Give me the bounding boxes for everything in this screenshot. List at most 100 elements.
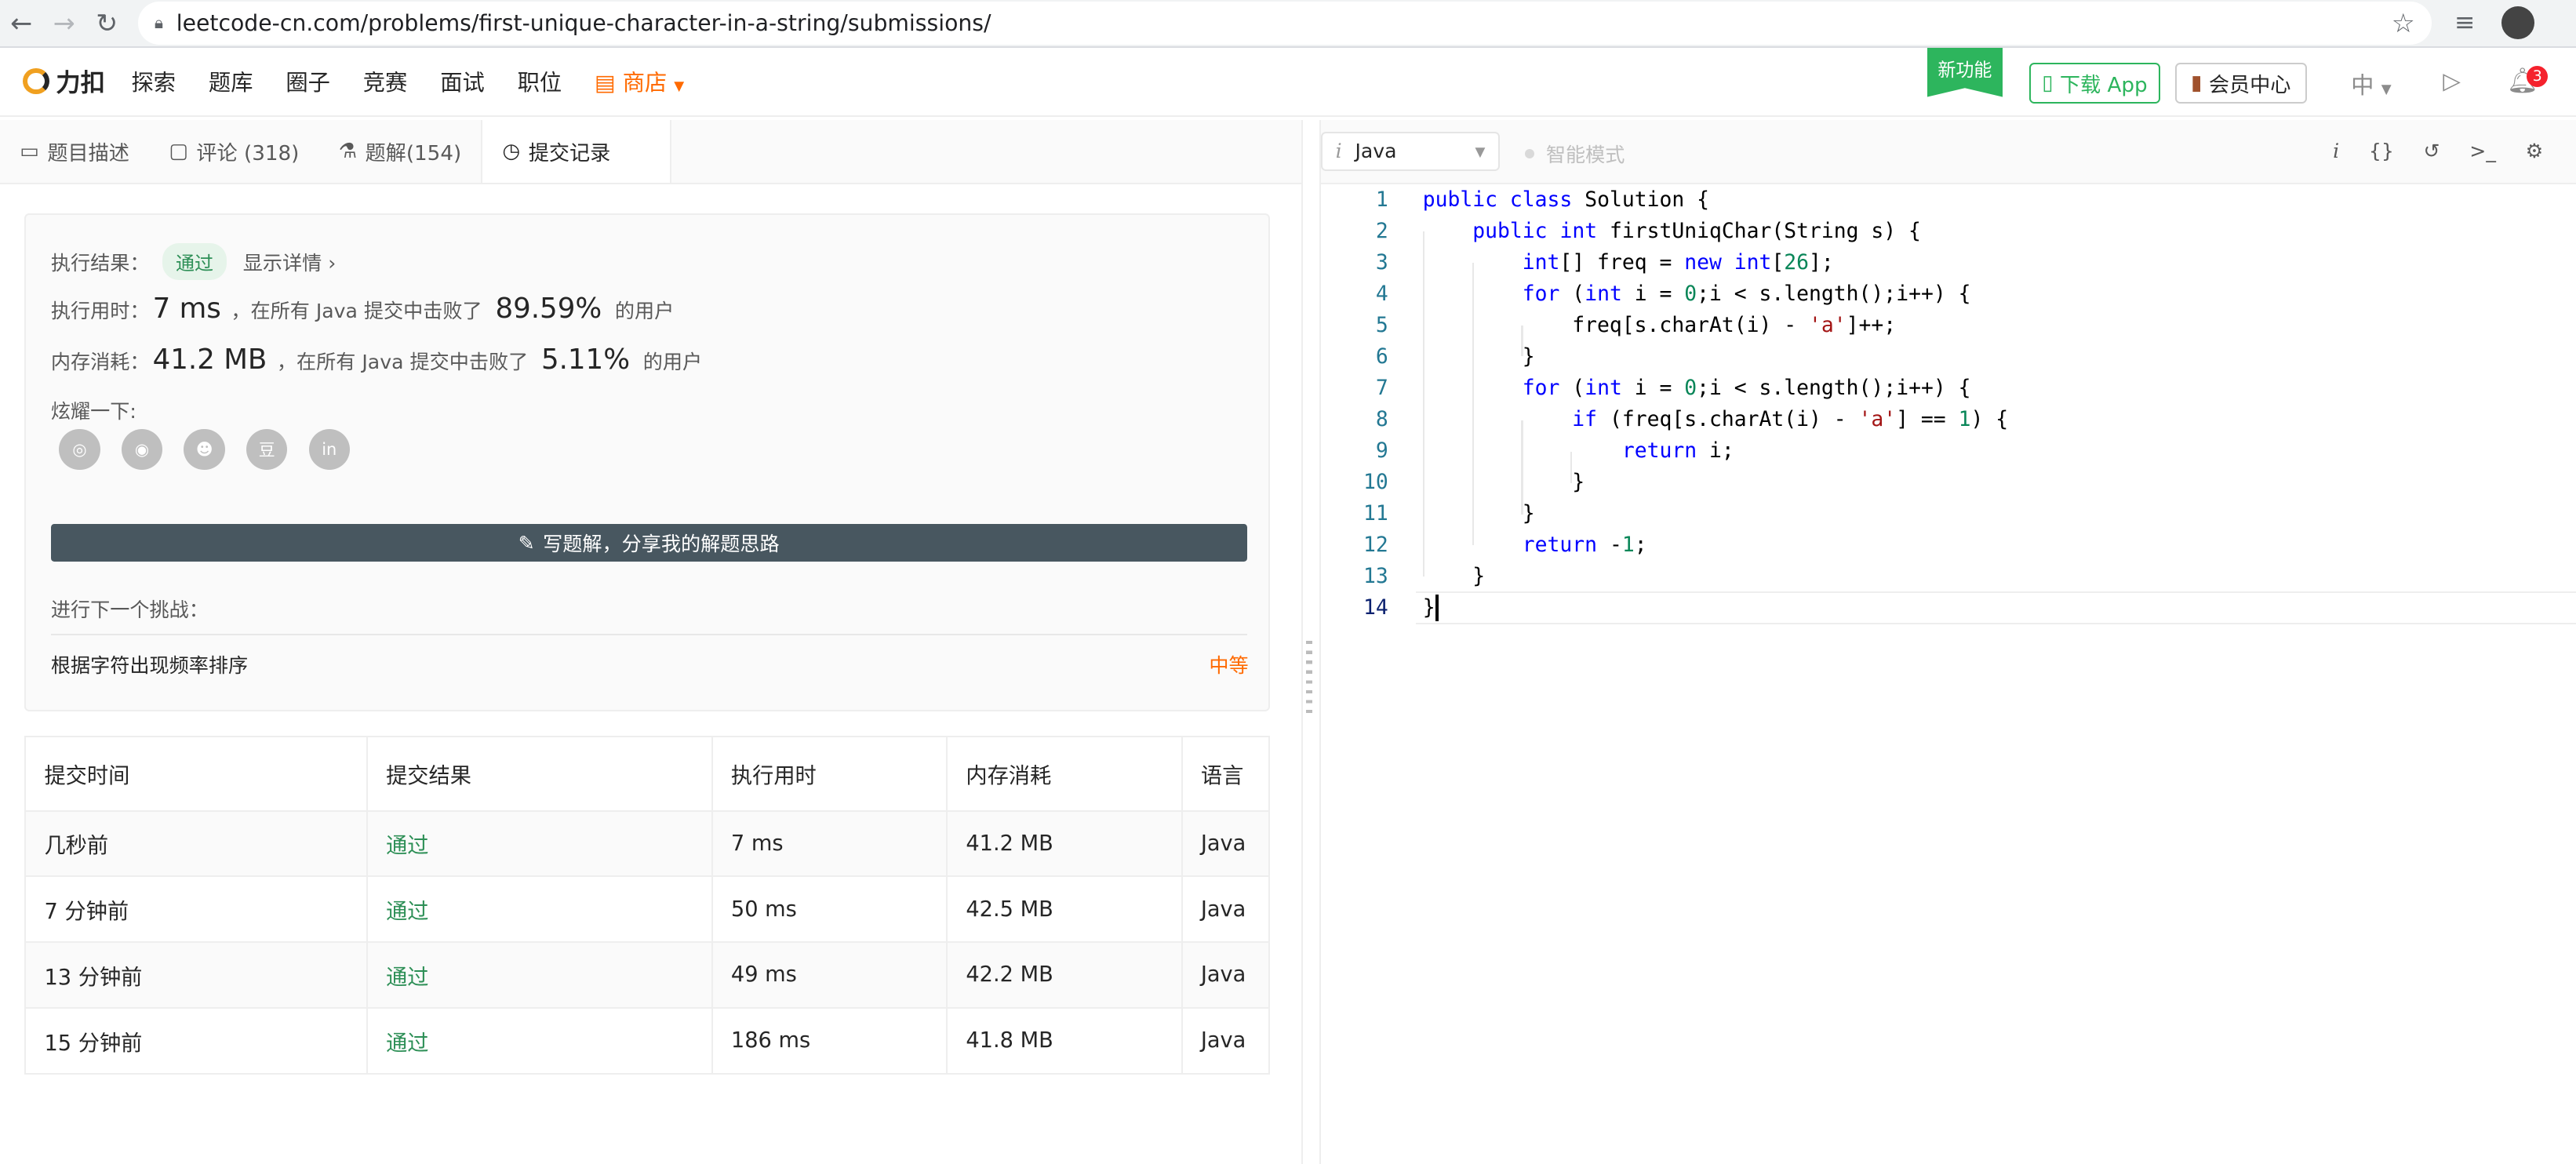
reset-icon[interactable]: ↺ <box>2424 140 2440 162</box>
code-editor[interactable]: 1 public class Solution {2 public int fir… <box>1321 184 2576 1164</box>
douban-icon[interactable]: 豆 <box>246 428 288 470</box>
code-line[interactable]: int[] freq = new int[26]; <box>1423 247 1834 278</box>
runtime-cell: 186 ms <box>711 1006 948 1075</box>
bookmark-star-icon[interactable]: ☆ <box>2392 8 2415 38</box>
code-line[interactable]: } <box>1423 498 1535 529</box>
drag-handle-icon[interactable] <box>1306 640 1313 713</box>
memory-users-suffix: 的用户 <box>642 350 703 373</box>
submit-result-link[interactable]: 通过 <box>366 1006 713 1075</box>
code-line[interactable]: if (freq[s.charAt(i) - 'a'] == 1) { <box>1423 404 2008 435</box>
nav-contest[interactable]: 竞赛 <box>363 65 408 97</box>
document-icon: ▭ <box>20 139 39 163</box>
vip-center-button[interactable]: ▮ 会员中心 <box>2174 62 2307 104</box>
language-label: 中 <box>2351 71 2374 99</box>
result-card: 执行结果： 通过 显示详情 › 执行用时： 7 ms ，在所有 Java 提交中… <box>24 213 1270 711</box>
tab-description[interactable]: ▭ 题目描述 <box>0 120 149 183</box>
show-detail-link[interactable]: 显示详情 › <box>243 248 337 276</box>
url-text[interactable]: leetcode-cn.com/problems/first-unique-ch… <box>176 10 2392 36</box>
tab-comments-label: 评论 (318) <box>196 141 300 166</box>
code-line[interactable]: freq[s.charAt(i) - 'a']++; <box>1423 310 1896 341</box>
code-line[interactable]: } <box>1423 467 1585 498</box>
runtime-beat-text: ，在所有 Java 提交中击败了 <box>231 299 482 322</box>
site-logo[interactable]: 力扣 <box>23 64 105 99</box>
write-solution-button[interactable]: ✎ 写题解，分享我的解题思路 <box>50 524 1247 562</box>
line-number: 7 <box>1375 376 1388 400</box>
chevron-down-icon: ▼ <box>674 78 685 94</box>
language-cell: Java <box>1181 809 1270 878</box>
reload-icon[interactable]: ↻ <box>86 8 128 38</box>
difficulty-badge: 中等 <box>1209 654 1249 678</box>
code-line[interactable]: public int firstUniqChar(String s) { <box>1423 216 1921 247</box>
submit-result-link[interactable]: 通过 <box>366 809 713 878</box>
nav-shop[interactable]: ▤ 商店 ▼ <box>595 65 684 97</box>
editor-actions: i {} ↺ >_ ⚙︎ <box>2333 140 2543 162</box>
chevron-down-icon: ▼ <box>2381 80 2392 96</box>
line-number: 8 <box>1375 407 1388 431</box>
braces-icon[interactable]: {} <box>2369 140 2394 162</box>
console-icon[interactable]: >_ <box>2469 140 2496 162</box>
download-app-label: 下载 App <box>2059 73 2148 97</box>
logo-text: 力扣 <box>56 69 105 98</box>
tab-solutions[interactable]: ⚗︎ 题解(154) <box>318 120 481 183</box>
status-badge: 通过 <box>162 242 227 281</box>
code-line[interactable]: for (int i = 0;i < s.length();i++) { <box>1423 278 1971 310</box>
column-header[interactable]: 内存消耗 <box>946 736 1183 812</box>
new-feature-ribbon[interactable]: 新功能 <box>1927 47 2003 97</box>
code-line[interactable]: } <box>1423 561 1485 592</box>
next-challenge-link[interactable]: 根据字符出现频率排序 <box>51 650 248 678</box>
table-row[interactable]: 几秒前 通过 7 ms 41.2 MB Java <box>24 809 1270 878</box>
table-row[interactable]: 15 分钟前 通过 186 ms 41.8 MB Java <box>24 1006 1270 1075</box>
submit-time: 15 分钟前 <box>24 1006 369 1075</box>
forward-icon[interactable]: → <box>42 8 85 38</box>
playground-icon[interactable]: ▷ <box>2443 67 2461 94</box>
nav-interview[interactable]: 面试 <box>440 65 485 97</box>
code-line[interactable]: public class Solution { <box>1423 184 1709 216</box>
memory-beat-text: ，在所有 Java 提交中击败了 <box>276 350 529 373</box>
language-switch[interactable]: 中 ▼ <box>2351 67 2392 100</box>
table-row[interactable]: 7 分钟前 通过 50 ms 42.5 MB Java <box>24 875 1270 944</box>
nav-circle[interactable]: 圈子 <box>286 65 330 97</box>
reading-list-icon[interactable]: ≡ <box>2454 9 2475 37</box>
submit-time: 7 分钟前 <box>24 875 369 944</box>
tab-solutions-label: 题解(154) <box>365 141 462 166</box>
tab-submissions[interactable]: ◷ 提交记录 <box>481 119 672 183</box>
address-bar[interactable]: 🔒︎ leetcode-cn.com/problems/first-unique… <box>137 2 2432 45</box>
info-italic-icon[interactable]: i <box>2333 140 2339 162</box>
submit-result-link[interactable]: 通过 <box>366 875 713 944</box>
code-line[interactable]: } <box>1423 592 1435 624</box>
submit-time: 几秒前 <box>24 809 369 878</box>
linkedin-icon[interactable]: in <box>308 428 350 470</box>
chevron-down-icon: ▼ <box>1475 143 1486 159</box>
code-line[interactable]: } <box>1423 341 1535 373</box>
smart-mode-label: 智能模式 <box>1545 144 1625 167</box>
site-header: 力扣 探索 题库 圈子 竞赛 面试 职位 ▤ 商店 ▼ 新功能 ▯ 下载 App… <box>0 47 2576 117</box>
column-header[interactable]: 语言 <box>1181 736 1270 812</box>
runtime-value: 7 ms <box>152 292 221 325</box>
wechat-icon[interactable]: ◎ <box>59 428 100 470</box>
weibo-icon[interactable]: ◉ <box>121 428 163 470</box>
qq-icon[interactable]: ☻ <box>184 428 225 470</box>
tab-comments[interactable]: ▢ 评论 (318) <box>149 120 318 183</box>
editor-toolbar: i Java ▼ 智能模式 i {} ↺ >_ ⚙︎ <box>1320 119 2576 184</box>
code-line[interactable]: for (int i = 0;i < s.length();i++) { <box>1423 373 1971 404</box>
smart-mode-toggle[interactable]: 智能模式 <box>1524 140 1625 168</box>
column-header[interactable]: 提交时间 <box>24 736 369 812</box>
memory-row: 内存消耗： 41.2 MB ，在所有 Java 提交中击败了 5.11% 的用户 <box>51 344 702 376</box>
code-line[interactable]: return i; <box>1423 435 1734 467</box>
nav-problemset[interactable]: 题库 <box>209 65 253 97</box>
column-header[interactable]: 执行用时 <box>711 736 948 812</box>
code-line[interactable]: return -1; <box>1423 529 1647 561</box>
line-number: 10 <box>1363 470 1388 494</box>
nav-explore[interactable]: 探索 <box>132 65 176 97</box>
settings-gear-icon[interactable]: ⚙︎ <box>2526 140 2544 162</box>
download-app-button[interactable]: ▯ 下载 App <box>2028 62 2161 104</box>
language-select-value: Java <box>1355 140 1397 163</box>
table-row[interactable]: 13 分钟前 通过 49 ms 42.2 MB Java <box>24 941 1270 1009</box>
info-icon: i <box>1335 140 1342 163</box>
nav-jobs[interactable]: 职位 <box>518 65 562 97</box>
submit-result-link[interactable]: 通过 <box>366 941 713 1009</box>
profile-avatar-icon[interactable] <box>2501 6 2534 40</box>
back-icon[interactable]: ← <box>0 8 42 38</box>
column-header[interactable]: 提交结果 <box>366 736 713 812</box>
language-select[interactable]: i Java ▼ <box>1320 131 1501 171</box>
